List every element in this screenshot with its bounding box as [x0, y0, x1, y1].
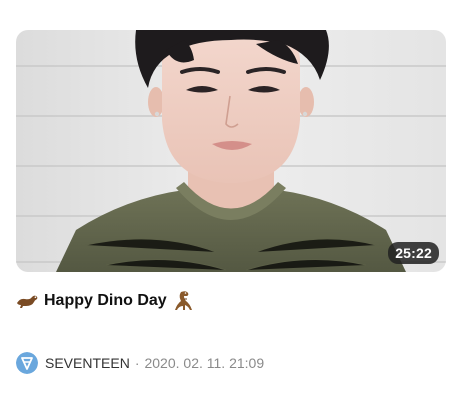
thumbnail-image: [16, 30, 446, 272]
dinosaur-icon: [17, 295, 38, 308]
channel-name-link[interactable]: SEVENTEEN: [45, 355, 130, 371]
video-meta-row: SEVENTEEN · 2020. 02. 11. 21:09: [16, 352, 264, 374]
video-duration-badge: 25:22: [388, 242, 439, 264]
video-thumbnail[interactable]: 25:22: [16, 30, 446, 272]
t-rex-icon: [174, 291, 192, 310]
video-title-row[interactable]: Happy Dino Day: [16, 288, 195, 314]
video-title: Happy Dino Day: [44, 292, 167, 309]
meta-separator: ·: [134, 355, 140, 371]
channel-logo-icon[interactable]: [16, 352, 38, 374]
video-card: 25:22 Happy Dino Day SEVENTEEN · 2020. 0…: [0, 0, 460, 400]
upload-date: 2020. 02. 11. 21:09: [144, 355, 265, 371]
